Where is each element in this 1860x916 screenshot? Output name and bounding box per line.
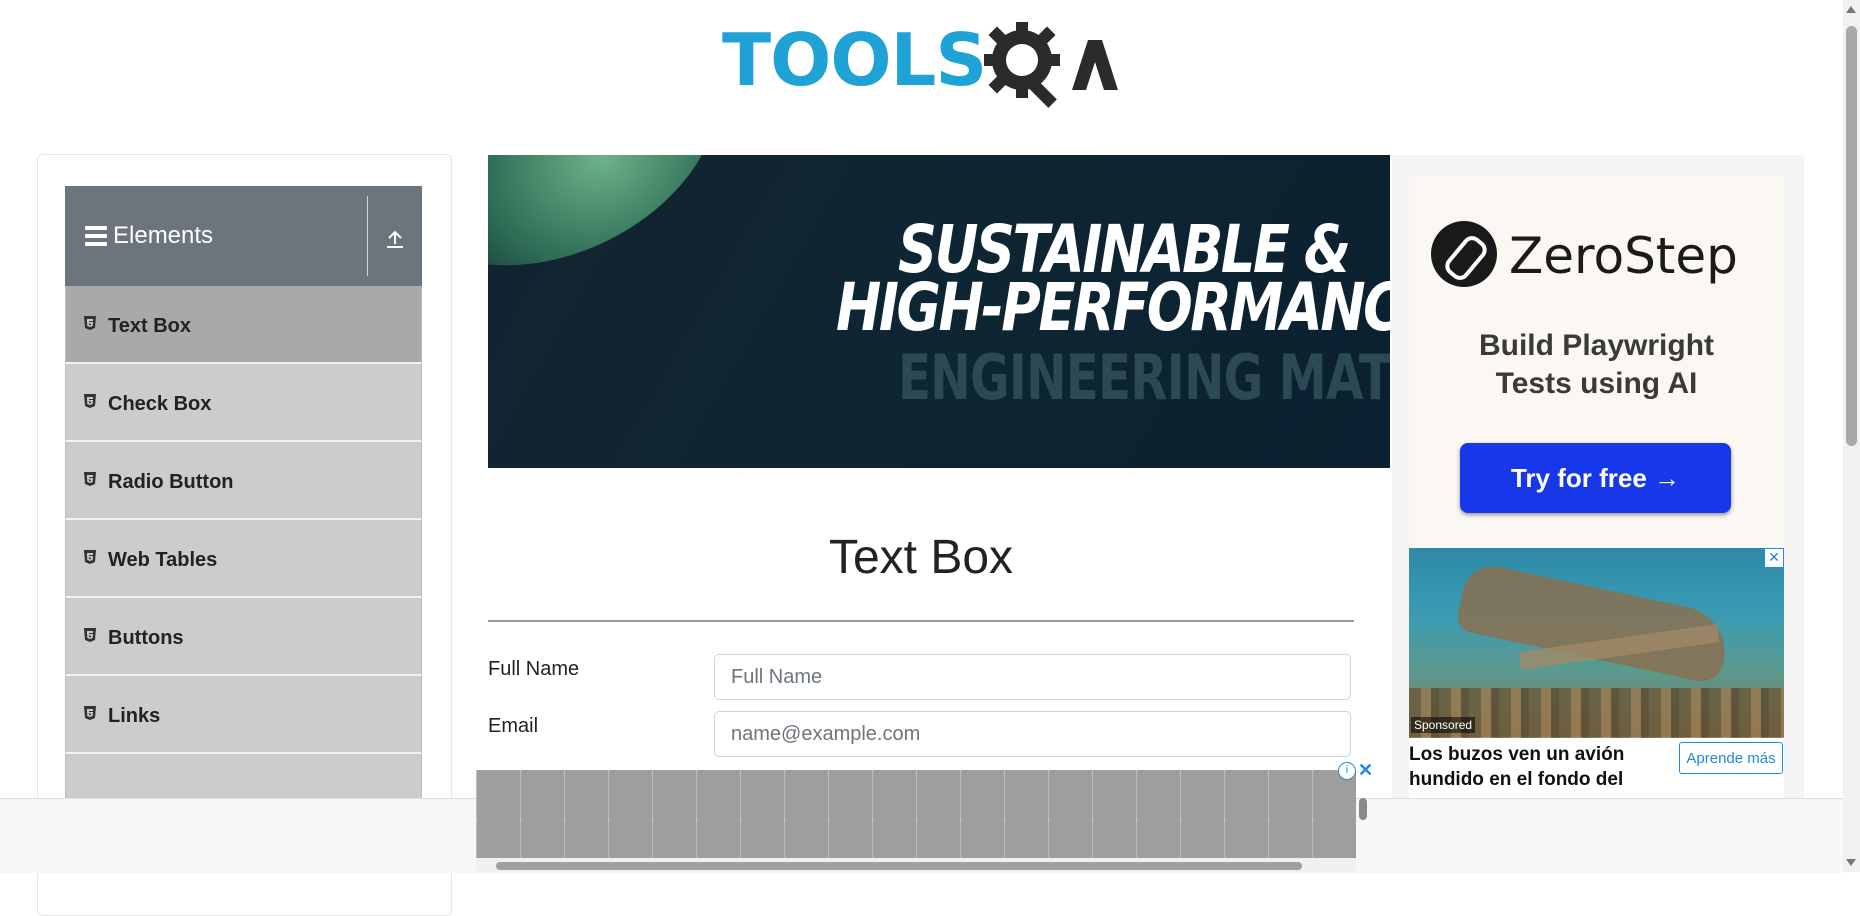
ad-headline-line-2: Tests using AI xyxy=(1495,367,1698,400)
sponsored-ad-text[interactable]: Los buzos ven un avión hundido en el fon… xyxy=(1409,742,1634,792)
page-scrollbar-thumb[interactable] xyxy=(1846,26,1857,446)
page-scrollbar[interactable] xyxy=(1843,0,1860,872)
collapse-arrow-icon[interactable] xyxy=(385,228,405,250)
banner-glow xyxy=(488,155,767,319)
learn-more-button[interactable]: Aprende más xyxy=(1679,742,1783,774)
elements-menu-list: Text Box Check Box Radio Button Web Tabl… xyxy=(65,286,422,832)
ad-headline-line-1: Build Playwright xyxy=(1478,329,1715,362)
banner-ad[interactable]: SUSTAINABLE & HIGH-PERFORMANCE ENGINEERI… xyxy=(488,155,1390,468)
banner-line-3: ENGINEERING MATERIA xyxy=(898,341,1390,414)
ad-headline: Build Playwright Tests using AI xyxy=(1409,327,1784,403)
try-for-free-button[interactable]: Try for free → xyxy=(1460,443,1731,513)
logo-text: TOOLS xyxy=(722,18,987,102)
title-divider xyxy=(488,620,1354,622)
html5-icon xyxy=(84,316,96,330)
sponsored-badge: Sponsored xyxy=(1411,717,1476,733)
sunken-plane-image[interactable]: Sponsored xyxy=(1409,548,1784,738)
sidebar-item-label: Radio Button xyxy=(108,471,234,493)
full-name-label: Full Name xyxy=(488,658,580,680)
header-divider xyxy=(367,196,368,276)
bottom-ad-pattern[interactable] xyxy=(476,770,1356,858)
zerostep-logo-icon xyxy=(1431,221,1497,287)
sidebar-item-label: Check Box xyxy=(108,393,212,415)
sidebar-item-check-box[interactable]: Check Box xyxy=(65,364,422,442)
scrollbar-thumb[interactable] xyxy=(1359,798,1367,820)
ad-info-icon[interactable]: i xyxy=(1338,762,1356,780)
sidebar-item-label: Buttons xyxy=(108,627,184,649)
sidebar-item-label: Text Box xyxy=(108,315,191,337)
bottom-ad-vertical-scrollbar[interactable] xyxy=(1356,788,1370,848)
sidebar-item-links[interactable]: Links xyxy=(65,676,422,754)
html5-icon xyxy=(84,394,96,408)
logo-gear-qa-icon xyxy=(984,22,1118,108)
toolsqa-logo[interactable]: TOOLS xyxy=(722,18,1124,114)
bottom-ad-close-icon[interactable]: ✕ xyxy=(1358,760,1373,781)
group-title: Elements xyxy=(113,222,214,249)
ad-close-icon[interactable]: ✕ xyxy=(1764,548,1784,568)
hamburger-icon xyxy=(85,226,107,246)
zerostep-ad[interactable]: ZeroStep Build Playwright Tests using AI… xyxy=(1409,175,1784,547)
sidebar-item-radio-button[interactable]: Radio Button xyxy=(65,442,422,520)
html5-icon xyxy=(84,706,96,720)
banner-line-2: HIGH-PERFORMANCE xyxy=(836,269,1390,346)
scrollbar-thumb[interactable] xyxy=(496,862,1302,870)
bottom-ad-horizontal-scrollbar[interactable] xyxy=(476,858,1356,872)
plane-shape xyxy=(1454,560,1734,686)
scroll-up-arrow-icon[interactable] xyxy=(1846,6,1856,13)
bottom-ad[interactable]: i ✕ xyxy=(476,760,1373,872)
html5-icon xyxy=(84,472,96,486)
elements-group-header[interactable]: Elements xyxy=(65,186,422,286)
email-label: Email xyxy=(488,715,539,737)
scroll-down-arrow-icon[interactable] xyxy=(1846,859,1856,866)
full-name-input[interactable] xyxy=(714,654,1351,700)
ad-brand-name: ZeroStep xyxy=(1509,227,1738,285)
sidebar-item-web-tables[interactable]: Web Tables xyxy=(65,520,422,598)
html5-icon xyxy=(84,550,96,564)
sidebar-item-buttons[interactable]: Buttons xyxy=(65,598,422,676)
sidebar-item-label: Links xyxy=(108,705,161,727)
page-title: Text Box xyxy=(828,531,1014,584)
html5-icon xyxy=(84,628,96,642)
email-input[interactable] xyxy=(714,711,1351,757)
sidebar-item-label: Web Tables xyxy=(108,549,218,571)
sidebar-item-text-box[interactable]: Text Box xyxy=(65,286,422,364)
sponsored-ad[interactable]: Sponsored ✕ Los buzos ven un avión hundi… xyxy=(1409,548,1784,798)
